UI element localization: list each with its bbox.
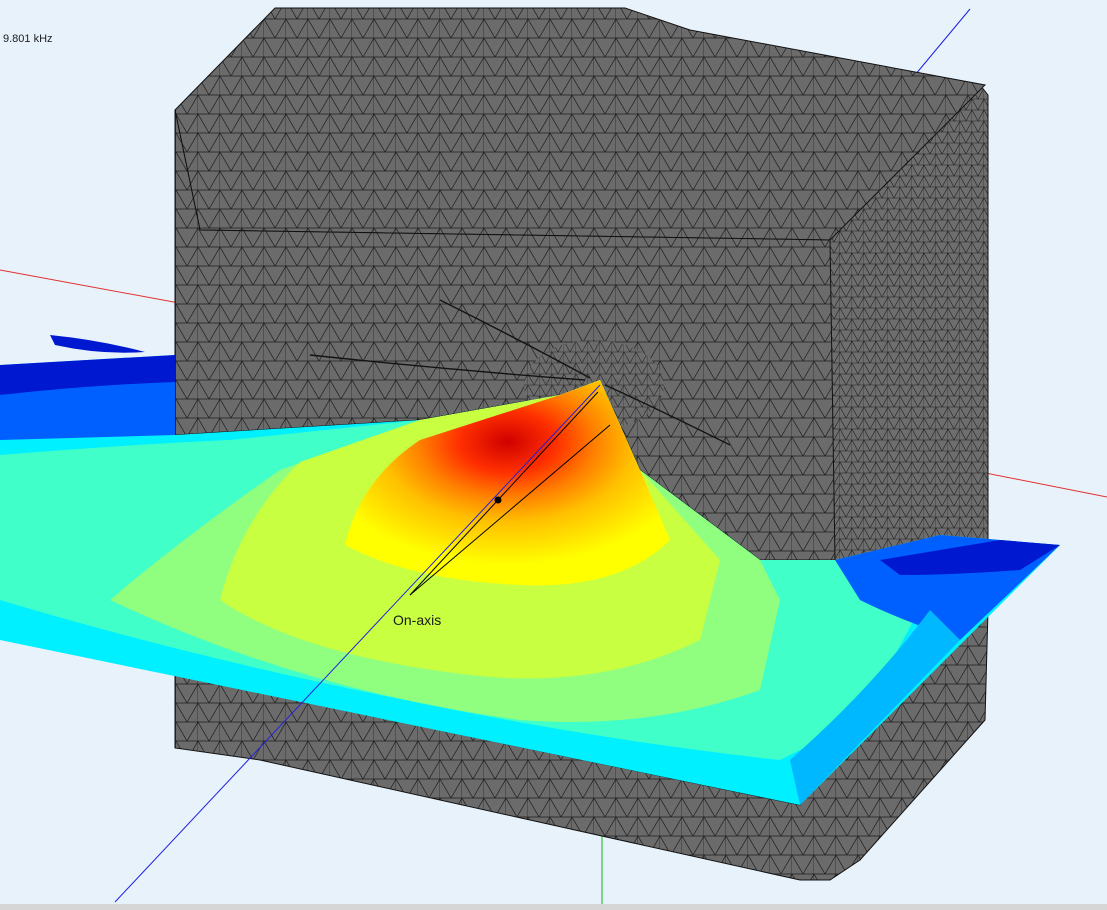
frequency-readout: 9.801 kHz [3, 33, 53, 45]
x-axis-line [0, 269, 191, 306]
probe-label[interactable]: On-axis [393, 612, 441, 628]
mesh-scene[interactable] [0, 0, 1107, 910]
3d-viewport[interactable]: 9.801 kHz On-axis [0, 0, 1107, 910]
bottom-strip [0, 904, 1107, 910]
z-axis-line-upper [914, 8, 971, 76]
probe-dot-icon[interactable] [494, 496, 502, 504]
enclosure-top-face [174, 7, 987, 241]
